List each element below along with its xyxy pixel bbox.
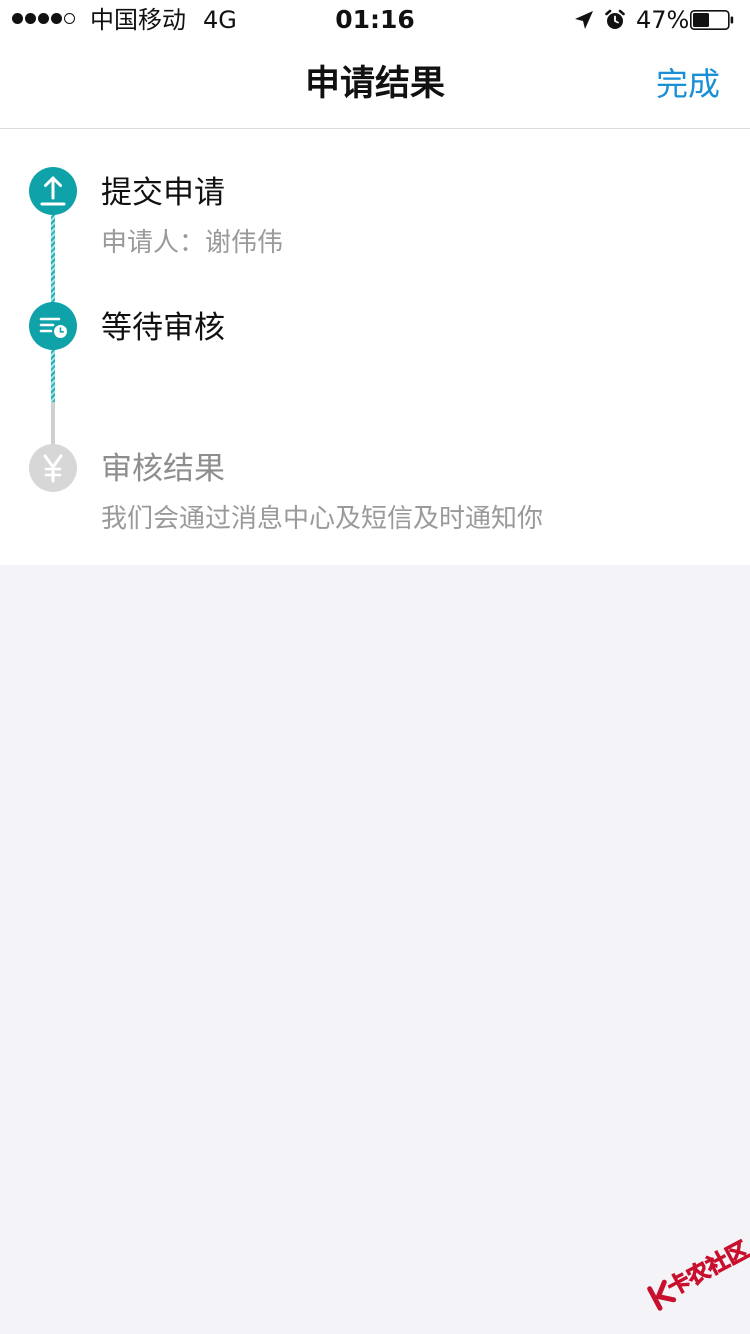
location-arrow-icon [575, 11, 593, 29]
application-progress-timeline: 提交申请 申请人：谢伟伟 等待审核 审核结果 我们会通过消息中心及短信及时通知你 [0, 129, 750, 565]
status-bar: 中国移动 4G 01:16 47% [0, 0, 750, 40]
upload-icon [29, 167, 77, 215]
review-list-clock-icon [29, 302, 77, 350]
watermark-text: 卡农社区 [663, 1237, 750, 1302]
watermark-logo: 卡农社区 [637, 1226, 750, 1334]
applicant-name: 申请人：谢伟伟 [101, 228, 284, 258]
page-title: 申请结果 [304, 64, 445, 104]
battery-percentage: 47% [636, 6, 690, 34]
done-button[interactable]: 完成 [656, 40, 720, 128]
timeline-connector-pending [51, 402, 55, 448]
step-title: 等待审核 [101, 310, 225, 346]
yen-icon [29, 444, 77, 492]
step-title: 提交申请 [101, 175, 225, 211]
alarm-clock-icon [605, 9, 625, 29]
step-title: 审核结果 [101, 451, 225, 487]
timeline-connector-completed [51, 346, 55, 402]
battery-icon [690, 10, 734, 30]
notification-note: 我们会通过消息中心及短信及时通知你 [101, 504, 544, 534]
navigation-bar: 申请结果 完成 [0, 40, 750, 129]
timeline-connector-completed [51, 211, 55, 303]
